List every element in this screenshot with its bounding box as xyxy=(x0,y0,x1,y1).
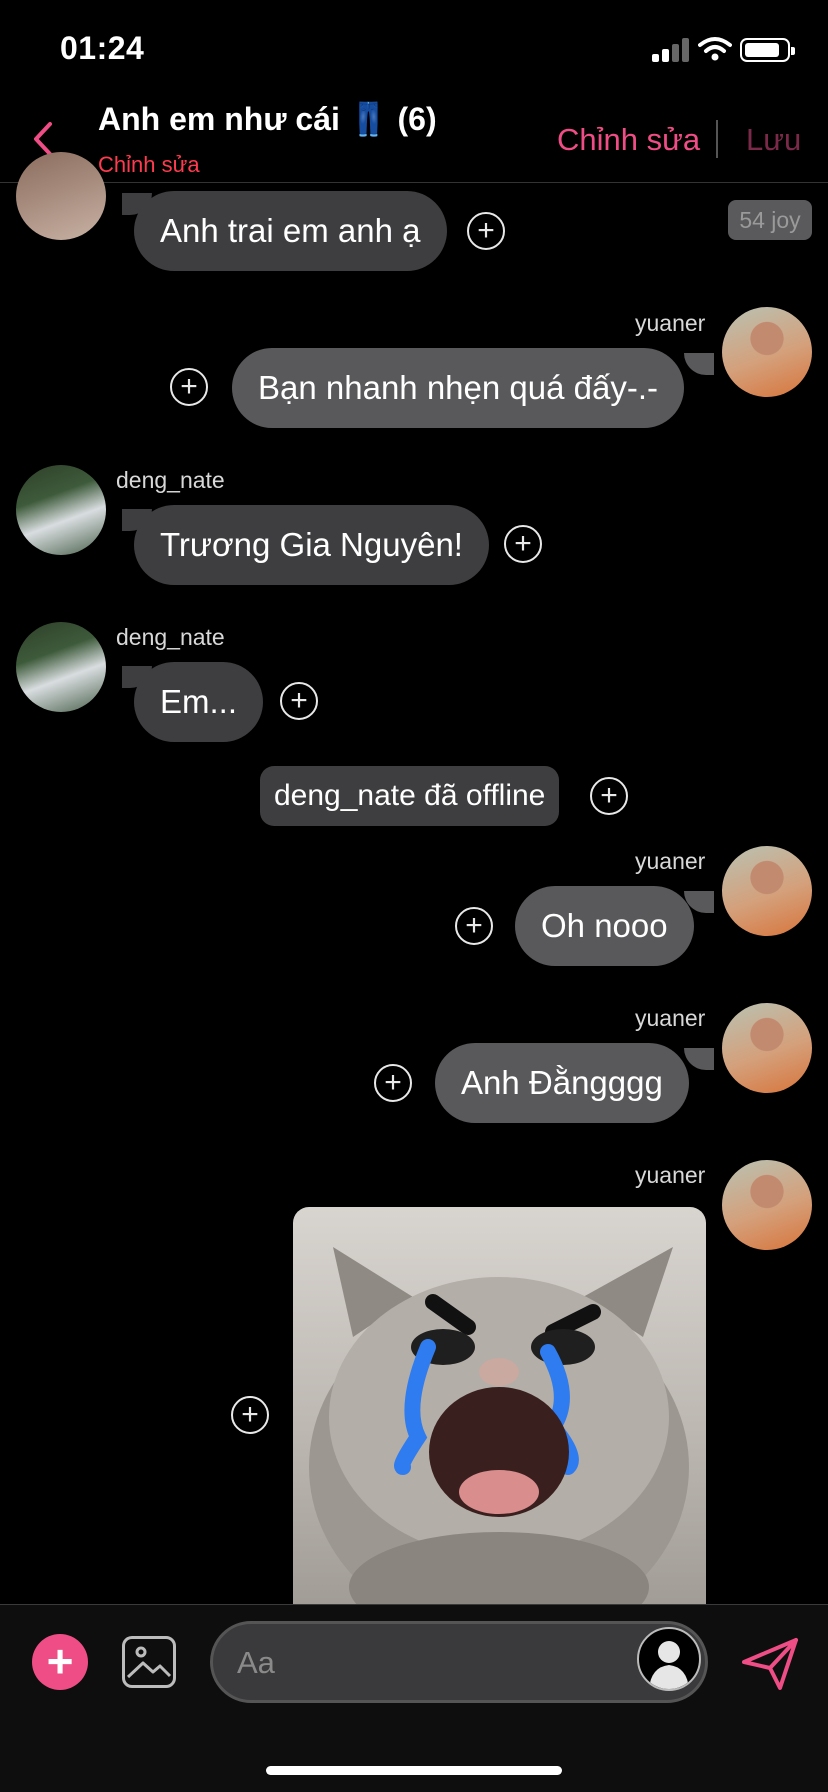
image-picker-icon[interactable] xyxy=(122,1636,176,1688)
message-bubble[interactable]: Bạn nhanh nhẹn quá đấy-.- xyxy=(232,348,684,428)
joy-badge: 54 joy xyxy=(728,200,812,240)
cat-illustration xyxy=(309,1247,689,1607)
message-bubble[interactable]: Oh nooo xyxy=(515,886,694,966)
message-bubble[interactable]: Anh Đằngggg xyxy=(435,1043,689,1123)
battery-icon xyxy=(740,38,795,62)
cellular-signal-icon xyxy=(652,38,692,62)
send-icon[interactable] xyxy=(740,1636,800,1692)
add-reaction-button[interactable]: + xyxy=(467,212,505,250)
avatar[interactable] xyxy=(16,465,106,555)
header-bottom-border xyxy=(0,182,828,183)
wifi-icon xyxy=(698,37,732,61)
sender-name: yuaner xyxy=(635,310,706,336)
user-avatar-icon[interactable] xyxy=(637,1627,701,1691)
add-reaction-button[interactable]: + xyxy=(504,525,542,563)
avatar[interactable] xyxy=(16,152,106,240)
crying-cat-sticker-image[interactable] xyxy=(293,1207,706,1607)
add-reaction-button[interactable]: + xyxy=(231,1396,269,1434)
message-bubble[interactable]: Em... xyxy=(134,662,264,742)
sender-name: deng_nate xyxy=(116,467,225,493)
header-divider xyxy=(716,120,718,158)
avatar[interactable] xyxy=(722,307,812,397)
add-reaction-button[interactable]: + xyxy=(374,1064,412,1102)
system-message: deng_nate đã offline xyxy=(260,766,560,826)
chat-title: Anh em như cái 👖 (6) xyxy=(98,101,437,137)
add-reaction-button[interactable]: + xyxy=(280,682,318,720)
avatar[interactable] xyxy=(722,1003,812,1093)
add-attachment-button[interactable]: + xyxy=(32,1634,88,1690)
add-reaction-button[interactable]: + xyxy=(170,368,208,406)
status-time: 01:24 xyxy=(60,30,145,66)
home-indicator xyxy=(266,1766,562,1775)
message-bubble[interactable]: Trương Gia Nguyên! xyxy=(134,505,489,585)
avatar[interactable] xyxy=(722,846,812,936)
add-reaction-button[interactable]: + xyxy=(590,777,628,815)
edit-button[interactable]: Chỉnh sửa xyxy=(557,122,700,158)
bubble-tail xyxy=(684,353,714,375)
sender-name: yuaner xyxy=(635,1005,706,1031)
avatar[interactable] xyxy=(16,622,106,712)
save-button[interactable]: Lưu xyxy=(746,122,801,158)
sender-name: yuaner xyxy=(635,848,706,874)
message-bubble[interactable]: Anh trai em anh ạ xyxy=(134,191,447,271)
bubble-tail xyxy=(684,1048,714,1070)
avatar[interactable] xyxy=(722,1160,812,1250)
sender-name: yuaner xyxy=(635,1162,706,1188)
sender-name: deng_nate xyxy=(116,624,225,650)
message-input[interactable] xyxy=(235,1624,619,1702)
chat-subtitle-edit-link[interactable]: Chỉnh sửa xyxy=(98,152,200,178)
add-reaction-button[interactable]: + xyxy=(455,907,493,945)
message-input-container[interactable] xyxy=(210,1621,708,1703)
